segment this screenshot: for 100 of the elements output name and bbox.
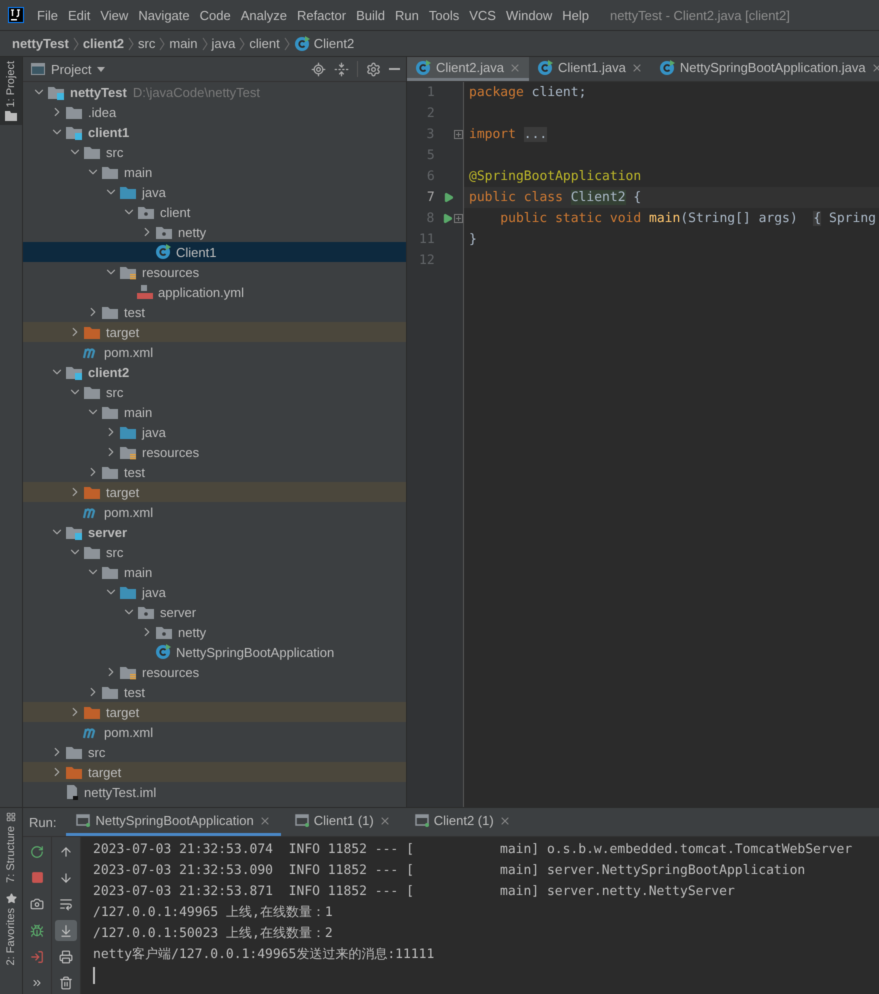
menu-item[interactable]: Help (557, 8, 594, 22)
console-icon (76, 814, 90, 827)
tree-item[interactable]: test (23, 302, 406, 322)
text-cursor (93, 967, 95, 984)
tree-item[interactable]: src (23, 742, 406, 762)
tree-item[interactable]: server (23, 602, 406, 622)
editor-tab[interactable]: NettySpringBootApplication.java (650, 57, 879, 81)
settings-icon (366, 62, 381, 76)
menu-item[interactable]: Run (390, 8, 424, 22)
menu-item[interactable]: Refactor (292, 8, 352, 22)
menu-item[interactable]: File (32, 8, 63, 22)
tree-item[interactable]: src (23, 542, 406, 562)
menu-item[interactable]: Build (351, 8, 390, 22)
tree-item[interactable]: pom.xml (23, 722, 406, 742)
tree-item[interactable]: target (23, 482, 406, 502)
tree-item[interactable]: target (23, 322, 406, 342)
tree-item[interactable]: netty (23, 222, 406, 242)
folder-icon (65, 764, 83, 780)
code-line: package client; (469, 85, 586, 100)
menu-item[interactable]: Code (194, 8, 236, 22)
folder-icon (83, 384, 101, 400)
trash-icon (59, 976, 73, 990)
tree-item[interactable]: java (23, 182, 406, 202)
tree-item[interactable]: target (23, 762, 406, 782)
breadcrumb-item[interactable]: src (138, 36, 156, 51)
breadcrumb-item[interactable]: client2 (82, 36, 124, 51)
breadcrumb-separator-icon (202, 36, 208, 50)
menu-item[interactable]: Window (500, 8, 558, 22)
breadcrumb-item[interactable]: java (212, 36, 236, 51)
resources-folder-icon (119, 264, 137, 280)
tool-window-tab[interactable]: 1: Project (0, 57, 22, 126)
run-tab[interactable]: Client2 (1) (404, 808, 521, 836)
tree-item[interactable]: pom.xml (23, 342, 406, 362)
scroll-to-end-button[interactable] (55, 920, 77, 942)
breadcrumb-item[interactable]: client (249, 36, 280, 51)
folder-icon (65, 744, 83, 760)
close-icon (508, 62, 521, 74)
console-line: 2023-07-03 21:32:53.074 INFO 11852 --- [ main] o.s.b.w.embedded.tomcat.TomcatWebServer (93, 841, 854, 859)
module-folder-icon (65, 524, 83, 540)
window-title: nettyTest - Client2.java [client2] (610, 8, 790, 22)
tree-item[interactable]: client2 (23, 362, 406, 382)
tree-item[interactable]: resources (23, 262, 406, 282)
console-icon (414, 814, 429, 827)
panel-title[interactable]: Project (51, 62, 92, 76)
tree-item[interactable]: client (23, 202, 406, 222)
breadcrumb-item[interactable]: nettyTest (12, 36, 69, 51)
camera-icon (30, 897, 44, 912)
minimize-icon (389, 68, 400, 70)
tree-item[interactable]: netty (23, 622, 406, 642)
folder-icon (83, 324, 101, 340)
tree-item[interactable]: .idea (23, 102, 406, 122)
breadcrumb-item[interactable]: main (169, 36, 198, 51)
tree-item[interactable]: resources (23, 662, 406, 682)
menu-item[interactable]: Tools (424, 8, 464, 22)
tree-item[interactable]: target (23, 702, 406, 722)
tree-item[interactable]: test (23, 682, 406, 702)
run-label: Run: (29, 814, 56, 830)
tree-item[interactable]: main (23, 162, 406, 182)
package-folder-icon (137, 204, 155, 220)
class-icon (415, 60, 431, 76)
editor-tab[interactable]: Client1.java (528, 57, 651, 81)
tree-item[interactable]: pom.xml (23, 502, 406, 522)
breadcrumb-item[interactable]: Client2 (314, 36, 354, 51)
class-icon (155, 244, 171, 260)
tree-item[interactable]: client1 (23, 122, 406, 142)
run-icon (442, 192, 454, 203)
tree-item[interactable]: src (23, 142, 406, 162)
tree-item[interactable]: resources (23, 442, 406, 462)
source-folder-icon (119, 584, 137, 600)
menu-item[interactable]: View (95, 8, 134, 22)
folder-icon (101, 304, 119, 320)
tool-window-tab[interactable]: 7: Structure (0, 808, 22, 887)
tree-item[interactable]: src (23, 382, 406, 402)
tool-window-tab[interactable]: 2: Favorites (0, 888, 22, 970)
menu-item[interactable]: Edit (62, 8, 96, 22)
tree-item[interactable]: NettySpringBootApplication (23, 642, 406, 662)
tree-item[interactable]: main (23, 402, 406, 422)
tree-item[interactable]: nettyTest D:\javaCode\nettyTest (23, 82, 406, 102)
run-icon (442, 213, 454, 224)
locate-icon (311, 62, 326, 76)
project-path: D:\javaCode\nettyTest (132, 84, 260, 100)
tree-item[interactable]: java (23, 422, 406, 442)
tree-item[interactable]: server (23, 522, 406, 542)
tree-item[interactable]: main (23, 562, 406, 582)
folder-icon (101, 464, 119, 480)
tree-item[interactable]: Client1 (23, 242, 406, 262)
menu-item[interactable]: VCS (464, 8, 501, 22)
scroll-to-end-icon (59, 924, 73, 938)
tree-item[interactable]: java (23, 582, 406, 602)
editor-tab[interactable]: Client2.java (407, 57, 529, 81)
folder-icon (83, 544, 101, 560)
tree-item[interactable]: test (23, 462, 406, 482)
tree-item[interactable]: application.yml (23, 282, 406, 302)
menu-item[interactable]: Navigate (133, 8, 195, 22)
code-line: @SpringBootApplication (469, 169, 642, 184)
tree-item[interactable]: nettyTest.iml (23, 782, 406, 802)
run-tab[interactable]: Client1 (1) (284, 808, 401, 836)
close-icon (378, 814, 391, 826)
menu-item[interactable]: Analyze (236, 8, 292, 22)
folder-icon (83, 144, 101, 160)
